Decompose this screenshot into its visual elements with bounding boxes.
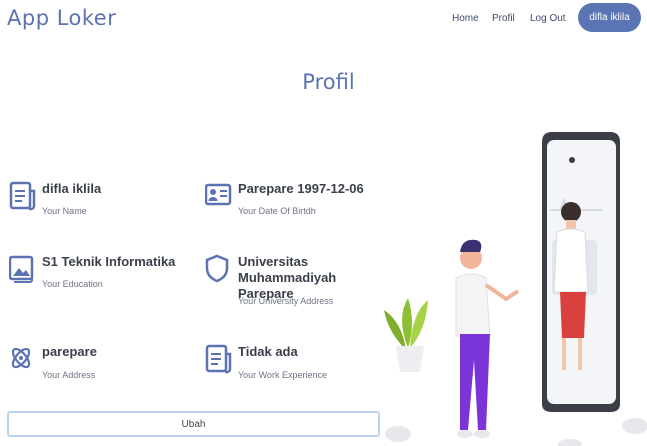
nav-logout-link[interactable]: Log Out bbox=[530, 13, 566, 24]
user-account-button[interactable]: difla iklila bbox=[578, 3, 641, 32]
profile-birth-value: Parepare 1997-12-06 bbox=[238, 181, 364, 196]
document-icon bbox=[9, 181, 36, 211]
man-shirt bbox=[455, 273, 491, 337]
profile-name-label: Your Name bbox=[42, 206, 87, 216]
pill-shape bbox=[385, 426, 411, 442]
document-icon bbox=[205, 344, 232, 374]
profile-education-value: S1 Teknik Informatika bbox=[42, 254, 176, 269]
profile-education-label: Your Education bbox=[42, 279, 103, 289]
profile-university-label: Your University Address bbox=[238, 296, 334, 306]
profile-address-label: Your Address bbox=[42, 370, 96, 380]
shield-icon bbox=[205, 254, 229, 283]
nav-home-link[interactable]: Home bbox=[452, 13, 479, 24]
profile-experience-value: Tidak ada bbox=[238, 344, 298, 359]
profile-birth-label: Your Date Of Birtdh bbox=[238, 206, 316, 216]
app-brand[interactable]: App Loker bbox=[7, 6, 116, 30]
pill-shape bbox=[622, 418, 647, 434]
pill-shape bbox=[558, 439, 582, 446]
edit-profile-button[interactable]: Ubah bbox=[7, 411, 380, 437]
profile-experience-label: Your Work Experience bbox=[238, 370, 328, 380]
image-icon bbox=[9, 255, 34, 283]
doctor-skirt bbox=[560, 292, 586, 338]
man-pants bbox=[460, 334, 490, 430]
id-card-icon bbox=[205, 183, 232, 206]
page-title: Profil bbox=[302, 70, 355, 94]
doctor-illustration bbox=[384, 132, 647, 446]
profile-name-value: difla iklila bbox=[42, 181, 102, 196]
nav-profil-link[interactable]: Profil bbox=[492, 13, 515, 24]
profile-university-value: Universitas Muhammadiyah Parepare bbox=[238, 254, 337, 301]
profile-address-value: parepare bbox=[42, 344, 97, 359]
atom-icon bbox=[11, 347, 31, 369]
doctor-head bbox=[561, 202, 581, 222]
plant-pot bbox=[396, 346, 424, 372]
